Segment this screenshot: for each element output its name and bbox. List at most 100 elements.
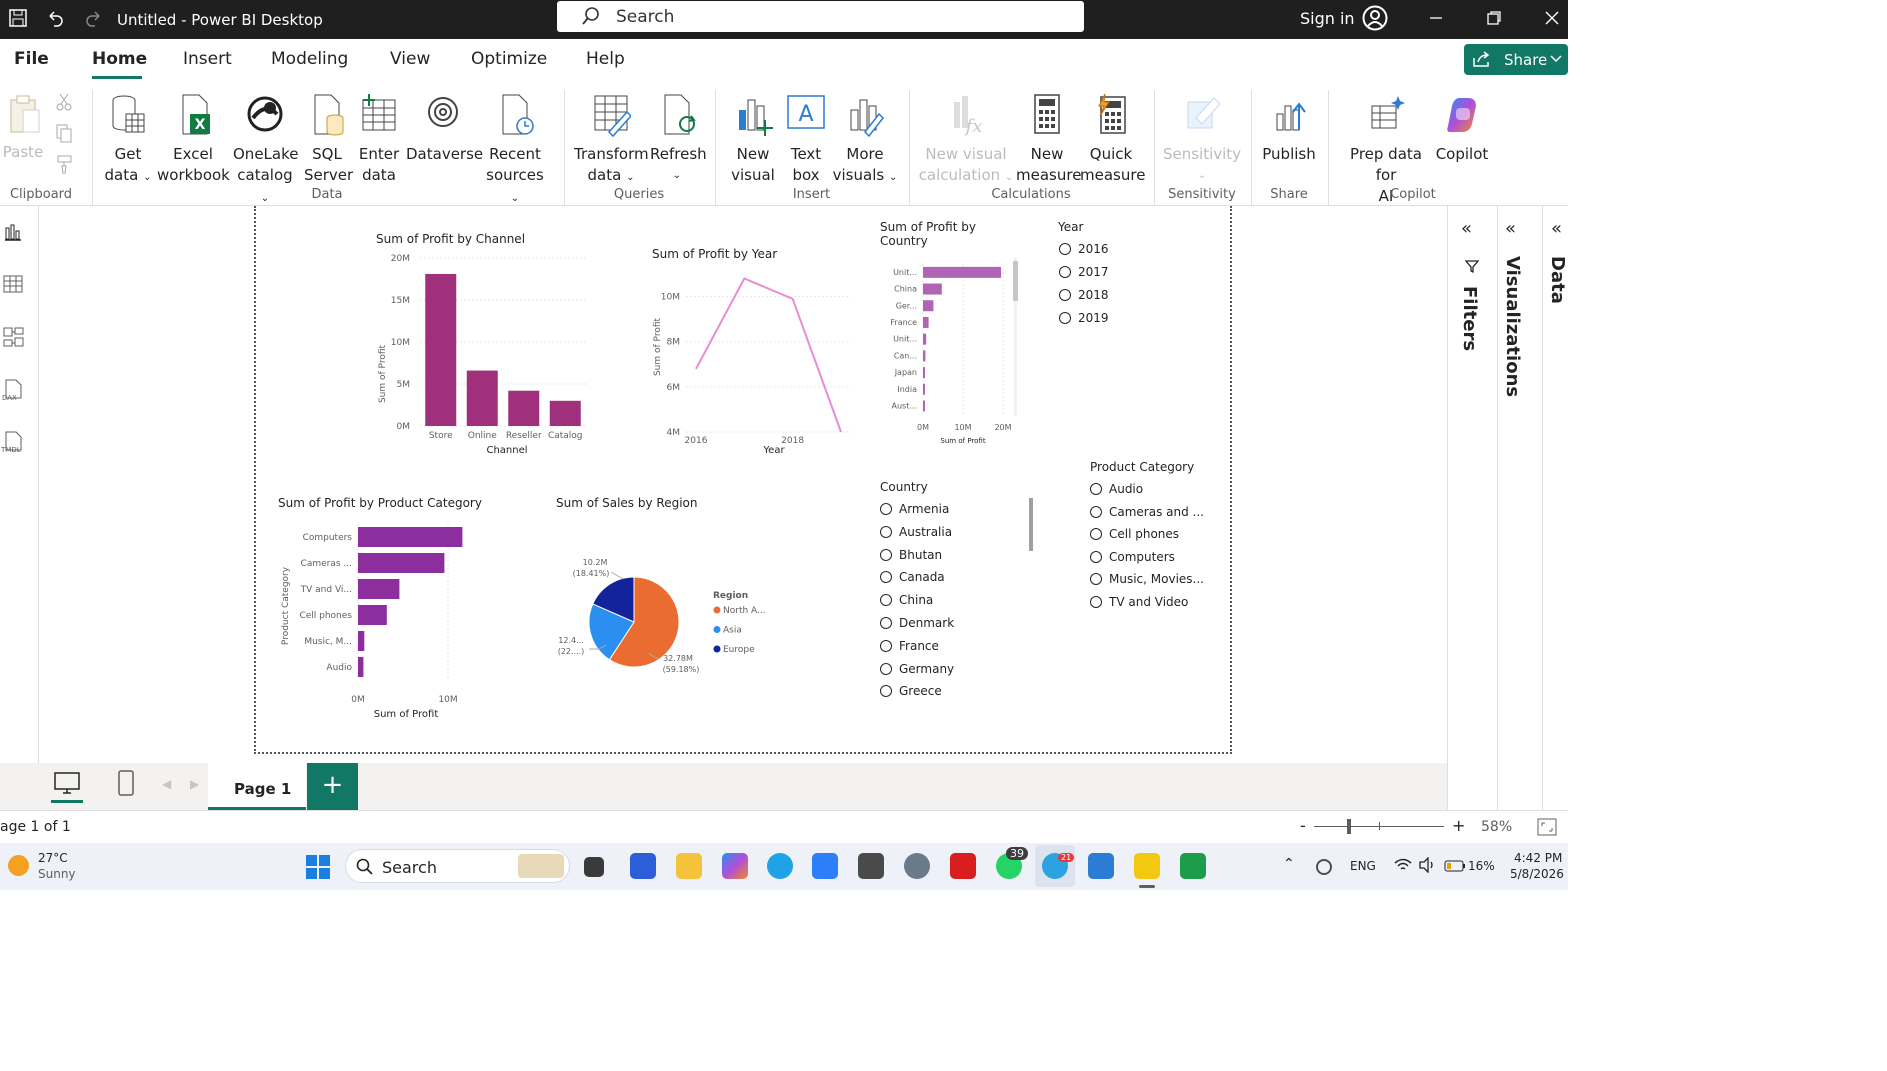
country-option[interactable]: Germany [880, 662, 954, 676]
publish-button[interactable]: Publish [1259, 92, 1319, 165]
todo-icon[interactable] [812, 853, 838, 879]
radio-button-icon[interactable] [880, 617, 892, 629]
new-visual-button[interactable]: New visual [728, 92, 778, 186]
battery-icon[interactable] [1444, 860, 1466, 872]
year-option[interactable]: 2018 [1059, 288, 1109, 302]
more-visuals-button[interactable]: More visuals ⌄ [832, 92, 898, 188]
network-status-icon[interactable] [1316, 859, 1332, 875]
radio-button-icon[interactable] [1090, 528, 1102, 541]
transform-data-button[interactable]: Transform data ⌄ [574, 92, 649, 188]
menu-file[interactable]: File [14, 49, 49, 69]
zoom-slider-thumb[interactable] [1347, 819, 1351, 834]
start-icon[interactable] [305, 854, 331, 880]
radio-button-icon[interactable] [880, 685, 892, 698]
add-page-button[interactable]: + [307, 763, 358, 810]
format-painter-icon[interactable] [54, 154, 74, 174]
share-button[interactable]: Share [1464, 44, 1568, 75]
weather-icon[interactable] [8, 855, 29, 876]
category-option[interactable]: Audio [1090, 482, 1143, 496]
save-icon[interactable] [8, 8, 28, 28]
menu-modeling[interactable]: Modeling [271, 49, 348, 69]
word-icon[interactable] [1088, 853, 1114, 879]
redo-icon[interactable] [84, 8, 104, 28]
radio-button-icon[interactable] [1090, 573, 1102, 586]
sign-in-link[interactable]: Sign in [1300, 9, 1355, 28]
restore-icon[interactable] [1486, 10, 1502, 26]
close-icon[interactable] [1544, 10, 1560, 26]
google-sheets-icon[interactable] [1180, 853, 1206, 879]
category-bar-chart[interactable]: Product Category Computers Cameras ... TV … [274, 518, 504, 730]
radio-button-icon[interactable] [1059, 289, 1071, 301]
chevron-up-icon[interactable]: ⌃ [1283, 856, 1295, 872]
region-pie-chart[interactable]: 10.2M (18.41%) 12.4... (22....) 32.78M (… [551, 546, 781, 686]
collapse-visualizations-icon[interactable]: « [1505, 218, 1516, 239]
collapse-filters-icon[interactable]: « [1461, 218, 1472, 239]
sensitivity-button[interactable]: Sensitivity ⌄ [1162, 92, 1242, 186]
menu-help[interactable]: Help [586, 49, 625, 69]
radio-button-icon[interactable] [1090, 483, 1102, 495]
category-option[interactable]: Cell phones [1090, 527, 1179, 541]
radio-button-icon[interactable] [1059, 266, 1071, 278]
year-option[interactable]: 2017 [1059, 265, 1109, 279]
microsoft-store-icon[interactable] [630, 853, 656, 879]
radio-button-icon[interactable] [880, 525, 892, 538]
category-option[interactable]: Cameras and ... [1090, 505, 1204, 519]
country-option[interactable]: Bhutan [880, 548, 942, 562]
minimize-icon[interactable] [1428, 10, 1444, 26]
new-visual-calculation-button[interactable]: fx New visual calculation ⌄ [918, 92, 1014, 188]
year-line-chart[interactable]: Sum of Profit 10M 8M 6M 4M 2016 2018 Year [641, 266, 871, 461]
radio-button-icon[interactable] [1090, 550, 1102, 563]
table-view-icon[interactable] [3, 274, 23, 294]
menu-view[interactable]: View [390, 49, 430, 69]
new-measure-button[interactable]: New measure [1016, 92, 1081, 186]
refresh-button[interactable]: Refresh ⌄ [650, 92, 707, 186]
country-option[interactable]: Canada [880, 570, 945, 584]
text-box-button[interactable]: A Text box [782, 92, 830, 186]
scroll-right-icon[interactable]: ▶ [190, 777, 199, 791]
filters-pane-label[interactable]: Filters [1459, 286, 1480, 351]
category-option[interactable]: TV and Video [1090, 595, 1188, 609]
paste-button[interactable]: Paste [2, 92, 44, 163]
copy-icon[interactable] [54, 123, 74, 143]
country-scrollbar[interactable] [1013, 261, 1018, 301]
page-tab-1[interactable]: Page 1 [208, 763, 306, 810]
settings-icon[interactable] [904, 853, 930, 879]
country-option[interactable]: Greece [880, 684, 942, 698]
category-option[interactable]: Music, Movies... [1090, 572, 1204, 586]
account-icon[interactable] [1362, 5, 1388, 31]
radio-button-icon[interactable] [880, 503, 892, 515]
radio-button-icon[interactable] [880, 639, 892, 652]
scroll-left-icon[interactable]: ◀ [162, 777, 171, 791]
quick-measure-button[interactable]: Quick measure [1080, 92, 1145, 186]
radio-button-icon[interactable] [880, 594, 892, 607]
excel-workbook-button[interactable]: X Excel workbook [157, 92, 230, 186]
radio-button-icon[interactable] [1090, 505, 1102, 518]
volume-icon[interactable] [1418, 857, 1436, 873]
year-option[interactable]: 2016 [1059, 242, 1109, 256]
radio-button-icon[interactable] [880, 548, 892, 561]
radio-button-icon[interactable] [1059, 312, 1071, 324]
dax-query-view-icon[interactable]: DAX [1, 378, 25, 402]
menu-optimize[interactable]: Optimize [471, 49, 547, 69]
cut-icon[interactable] [54, 92, 74, 112]
menu-home[interactable]: Home [92, 49, 147, 69]
country-bar-chart[interactable]: Unit... China Ger... France Unit... Can... Jap… [876, 256, 1026, 451]
radio-button-icon[interactable] [880, 662, 892, 675]
radio-button-icon[interactable] [1090, 596, 1102, 608]
wifi-icon[interactable] [1394, 857, 1412, 873]
search-box[interactable]: Search [557, 1, 1084, 32]
radio-button-icon[interactable] [880, 571, 892, 584]
mobile-layout-icon[interactable] [116, 769, 136, 797]
tmdl-view-icon[interactable]: TMDL [1, 430, 27, 456]
menu-insert[interactable]: Insert [183, 49, 232, 69]
taskbar-search[interactable]: Search [345, 849, 570, 883]
category-option[interactable]: Computers [1090, 550, 1175, 564]
m365-icon[interactable] [722, 853, 748, 879]
sql-server-button[interactable]: SQL Server [304, 92, 353, 186]
visualizations-pane-label[interactable]: Visualizations [1502, 256, 1523, 397]
acrobat-icon[interactable] [950, 853, 976, 879]
country-slicer-scrollbar[interactable] [1029, 498, 1033, 551]
copilot-button[interactable]: Copilot [1434, 92, 1490, 165]
country-option[interactable]: Australia [880, 525, 952, 539]
country-option[interactable]: France [880, 639, 939, 653]
